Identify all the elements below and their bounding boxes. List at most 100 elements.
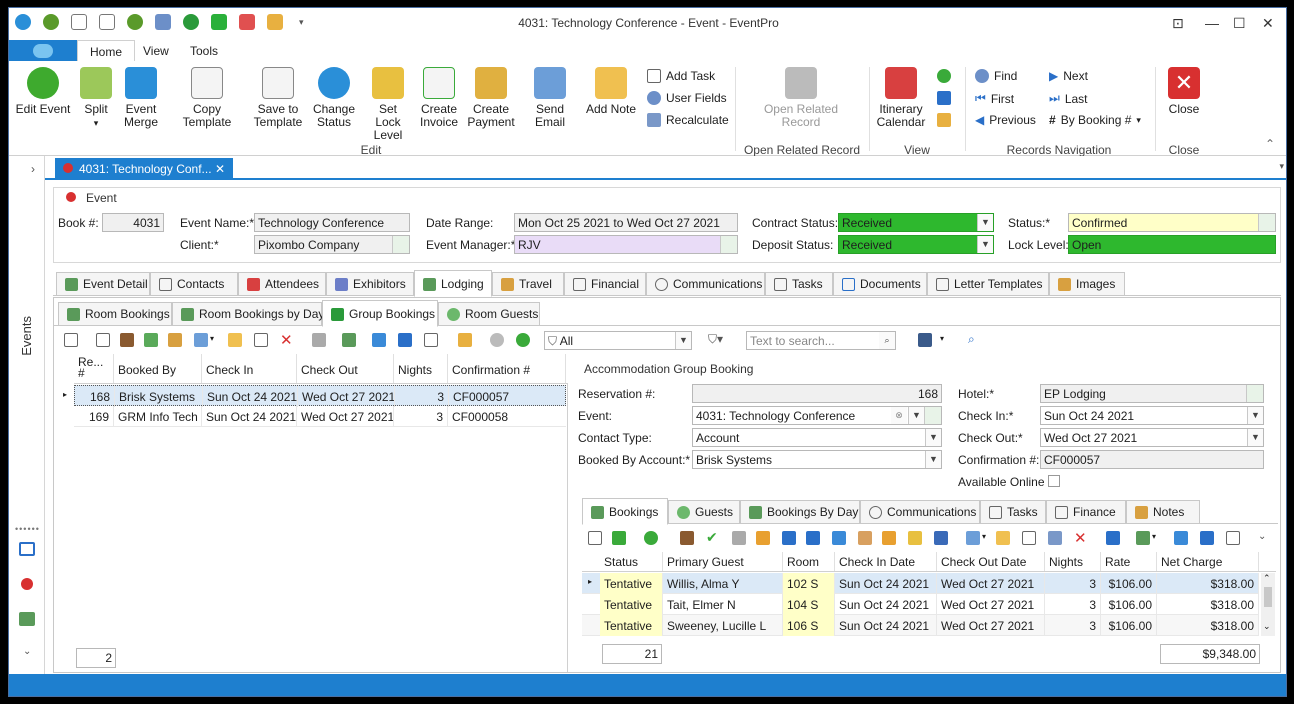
next-button[interactable]: ▶ Next: [1049, 69, 1088, 83]
table-row[interactable]: Tentative Tait, Elmer N 104 S Sun Oct 24…: [582, 594, 1259, 615]
by-booking-button[interactable]: # By Booking # ▾: [1049, 113, 1141, 127]
door-add-icon[interactable]: [832, 531, 846, 545]
expand-nav-icon[interactable]: ›: [31, 162, 35, 176]
send-email-button[interactable]: Send Email: [521, 67, 579, 129]
tab-guests[interactable]: Guests: [668, 500, 740, 524]
tab-room-bookings-by-day[interactable]: Room Bookings by Day: [172, 302, 324, 326]
pin-icon[interactable]: [21, 578, 33, 590]
tab-documents[interactable]: Documents: [833, 272, 927, 296]
note-icon[interactable]: [228, 333, 242, 347]
minimize-button[interactable]: —: [1205, 15, 1219, 31]
contract-status-select[interactable]: Received ▼: [838, 213, 994, 232]
tab-notes[interactable]: Notes: [1126, 500, 1200, 524]
add-task-button[interactable]: Add Task: [647, 69, 715, 83]
col-header-net-charge[interactable]: Net Charge: [1157, 552, 1259, 571]
col-header-check-in-date[interactable]: Check In Date: [835, 552, 937, 571]
funnel-icon[interactable]: ⛉▾: [708, 332, 723, 347]
handshake-icon[interactable]: [858, 531, 872, 545]
date-range-field[interactable]: Mon Oct 25 2021 to Wed Oct 27 2021: [514, 213, 738, 232]
search-icon[interactable]: ⌕: [968, 332, 975, 347]
lookup-icon[interactable]: [1246, 385, 1263, 402]
layout-icon[interactable]: [1200, 531, 1214, 545]
search-input[interactable]: Text to search... ⌕: [746, 331, 896, 350]
pencil-icon[interactable]: [756, 531, 770, 545]
lookup-icon[interactable]: [392, 236, 409, 253]
tab-list-icon[interactable]: ▾: [1279, 161, 1284, 172]
tab-room-guests[interactable]: Room Guests: [438, 302, 540, 326]
scroll-down-icon[interactable]: ⌄: [1263, 621, 1271, 632]
tab-bookings-by-day[interactable]: Bookings By Day: [740, 500, 860, 524]
table-row[interactable]: ▸ Tentative Willis, Alma Y 102 S Sun Oct…: [582, 573, 1259, 594]
tab-exhibitors[interactable]: Exhibitors: [326, 272, 414, 296]
chevron-down-icon[interactable]: ▼: [675, 332, 691, 349]
export-icon[interactable]: [372, 333, 386, 347]
chevron-down-icon[interactable]: ▼: [1247, 429, 1263, 446]
clipboard-icon[interactable]: [937, 113, 951, 127]
door-out-icon[interactable]: [806, 531, 820, 545]
home-icon[interactable]: [19, 542, 35, 556]
col-header-booked-by[interactable]: Booked By: [114, 354, 202, 383]
close-record-button[interactable]: ✕ Close: [1165, 67, 1203, 116]
email-icon[interactable]: [194, 333, 208, 347]
chevron-down-icon[interactable]: ▼: [977, 214, 993, 231]
chevron-down-icon[interactable]: ▼: [908, 407, 924, 424]
tab-home[interactable]: Home: [77, 40, 136, 63]
new-icon[interactable]: [64, 333, 78, 347]
open-related-record-button[interactable]: Open Related Record: [761, 67, 841, 129]
create-invoice-button[interactable]: Create Invoice: [417, 67, 461, 129]
status-field[interactable]: Confirmed: [1068, 213, 1276, 232]
add-note-button[interactable]: Add Note: [585, 67, 637, 116]
tab-view[interactable]: View: [143, 44, 169, 58]
scroll-up-icon[interactable]: ⌃: [1263, 573, 1271, 584]
tab-travel[interactable]: Travel: [492, 272, 564, 296]
collapse-ribbon-icon[interactable]: ⌃: [1265, 137, 1275, 151]
dropdown-arrow-icon[interactable]: ▾: [940, 334, 944, 343]
tab-bookings[interactable]: Bookings: [582, 498, 668, 525]
event-manager-field[interactable]: RJV: [514, 235, 738, 254]
list-icon[interactable]: [424, 333, 438, 347]
columns-icon[interactable]: [1136, 531, 1150, 545]
clipboard-icon[interactable]: [458, 333, 472, 347]
tag-icon[interactable]: [882, 531, 896, 545]
lookup-icon[interactable]: [720, 236, 737, 253]
report-icon[interactable]: [1106, 531, 1120, 545]
table-row[interactable]: Tentative Sweeney, Lucille L 106 S Sun O…: [582, 615, 1259, 636]
tab-financial[interactable]: Financial: [564, 272, 646, 296]
chevron-down-icon[interactable]: ▼: [925, 429, 941, 446]
luggage-icon[interactable]: [680, 531, 694, 545]
splitter-grip[interactable]: ••••••: [15, 524, 40, 534]
col-header-nights[interactable]: Nights: [1045, 552, 1101, 571]
add-icon[interactable]: [612, 531, 626, 545]
task-icon[interactable]: [1022, 531, 1036, 545]
tab-contacts[interactable]: Contacts: [150, 272, 238, 296]
col-header-check-out-date[interactable]: Check Out Date: [937, 552, 1045, 571]
search-icon[interactable]: ⌕: [879, 332, 895, 349]
contact-type-select[interactable]: Account ▼: [692, 428, 942, 447]
people-icon[interactable]: [168, 333, 182, 347]
available-online-checkbox[interactable]: [1048, 475, 1060, 487]
col-header-primary-guest[interactable]: Primary Guest: [663, 552, 783, 571]
dropdown-arrow-icon[interactable]: ▾: [982, 532, 986, 541]
money-icon[interactable]: [908, 531, 922, 545]
tab-communications[interactable]: Communications: [646, 272, 765, 296]
tab-attendees[interactable]: Attendees: [238, 272, 326, 296]
last-button[interactable]: ⏭ Last: [1049, 91, 1088, 106]
print-icon[interactable]: [312, 333, 326, 347]
clear-icon[interactable]: ⊗: [891, 407, 907, 424]
columns-icon[interactable]: [342, 333, 356, 347]
edit-event-button[interactable]: Edit Event: [15, 67, 71, 116]
dropdown-arrow-icon[interactable]: ▾: [210, 334, 214, 343]
table-row[interactable]: 169 GRM Info Tech Sun Oct 24 2021 Wed Oc…: [74, 406, 566, 427]
chevron-down-icon[interactable]: ⌄: [23, 646, 31, 657]
change-status-button[interactable]: Change Status: [311, 67, 357, 129]
chevron-down-icon[interactable]: ▼: [925, 451, 941, 468]
export-icon[interactable]: [1174, 531, 1188, 545]
edit-icon[interactable]: [96, 333, 110, 347]
create-payment-button[interactable]: Create Payment: [467, 67, 515, 129]
col-header-reservation[interactable]: Re... #: [74, 354, 114, 383]
copy-template-button[interactable]: Copy Template: [169, 67, 245, 129]
tab-event-detail[interactable]: Event Detail: [56, 272, 150, 296]
document-tab[interactable]: 4031: Technology Conf... ✕: [55, 158, 233, 180]
split-button[interactable]: Split ▾: [79, 67, 113, 130]
event-field[interactable]: 4031: Technology Conference ⊗ ▼: [692, 406, 942, 425]
